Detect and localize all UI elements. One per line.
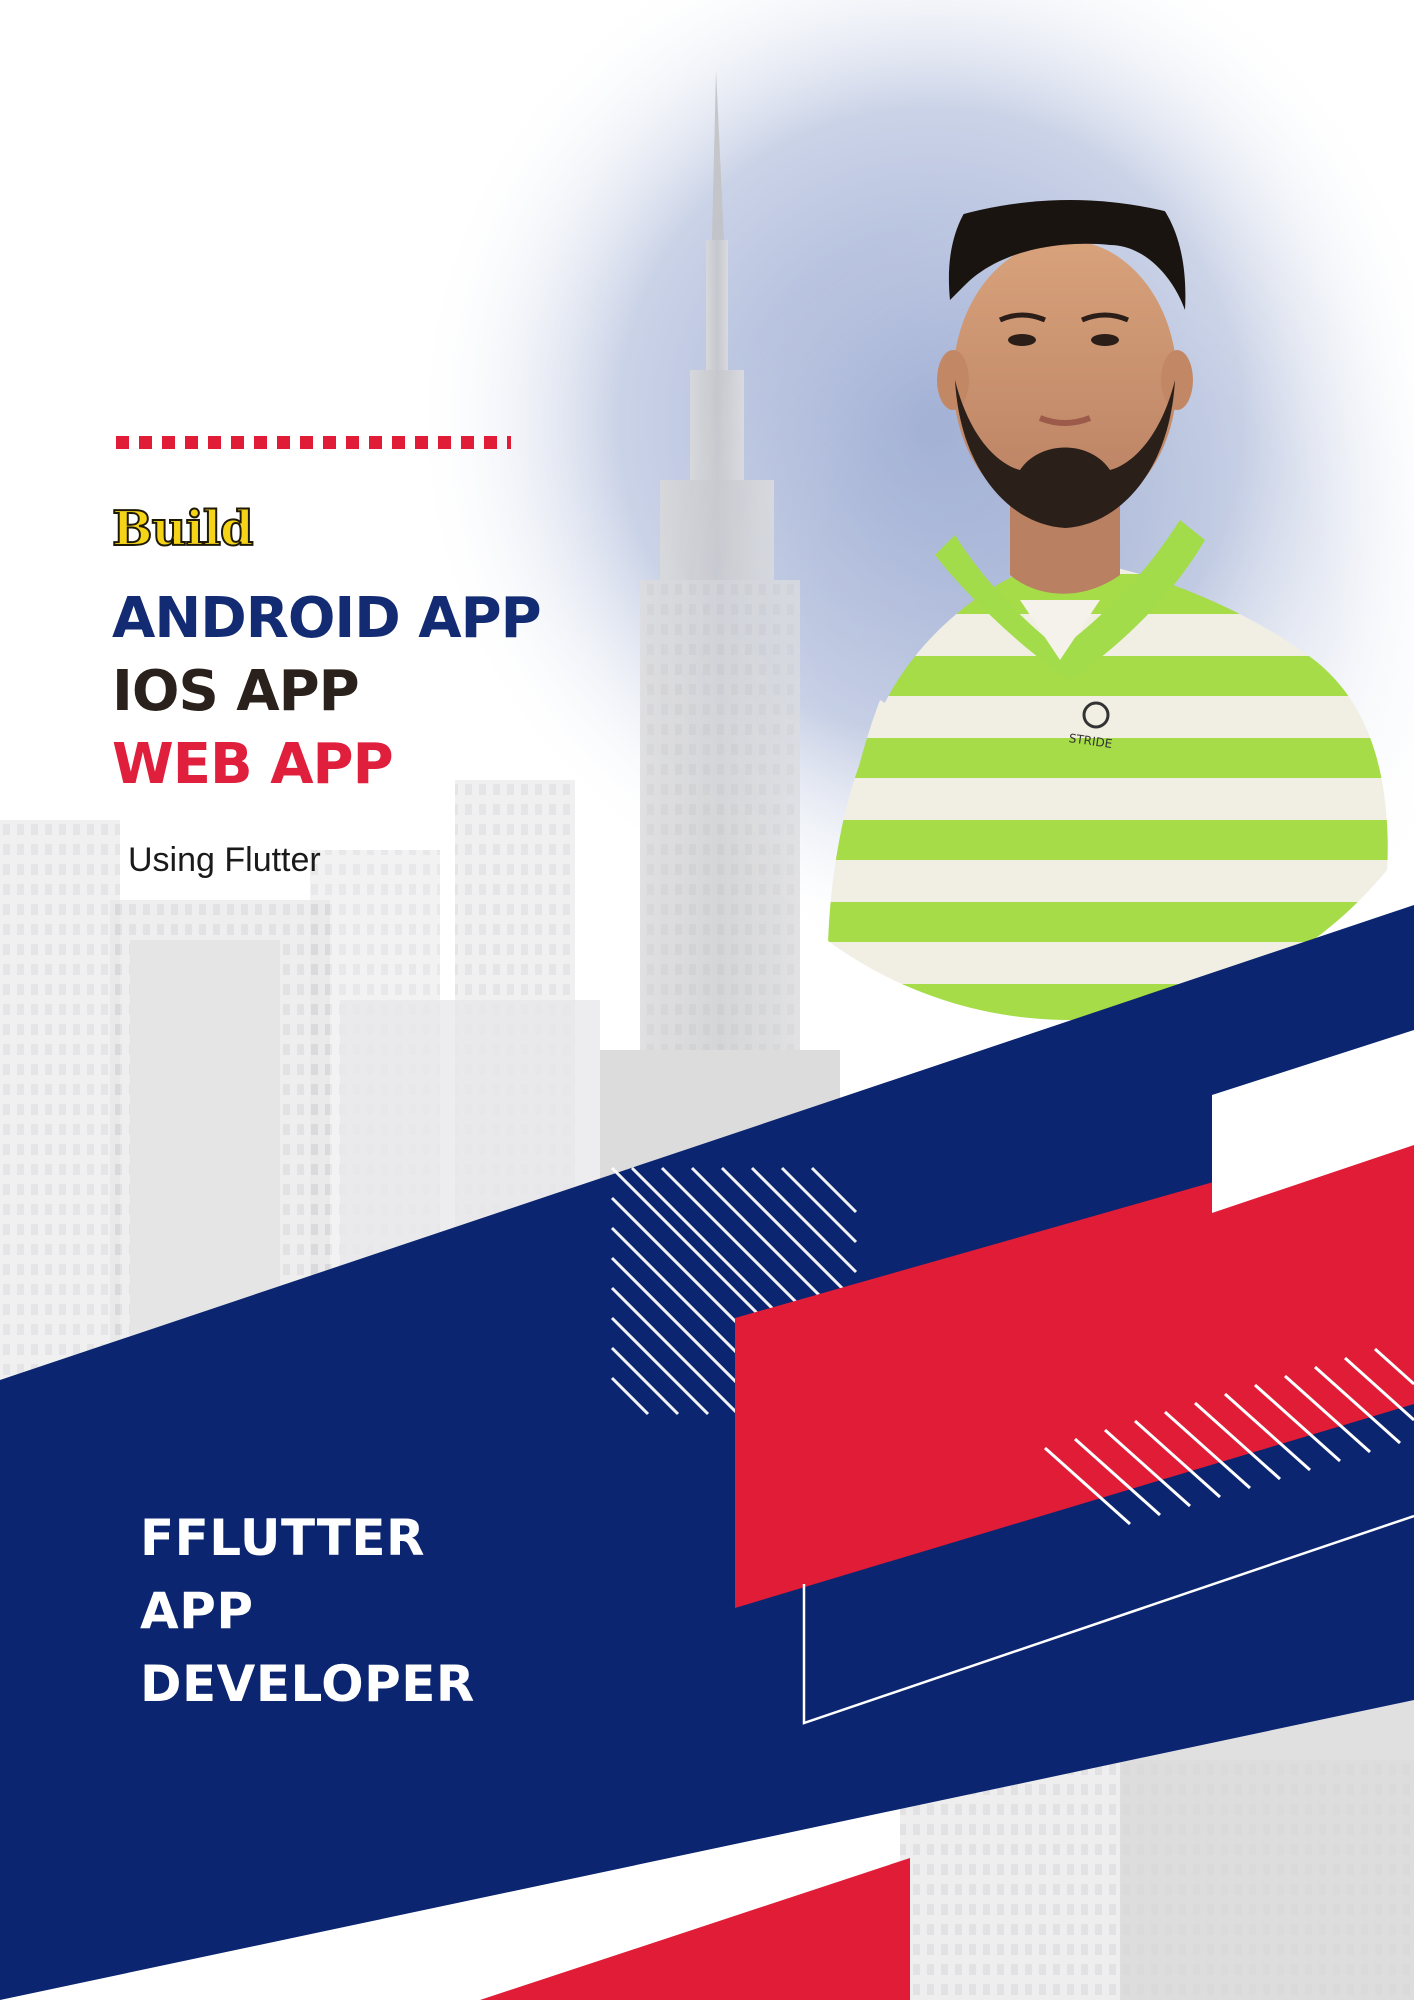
build-label: Build xyxy=(111,501,254,557)
role-line-2: APP xyxy=(140,1582,254,1640)
role-line-1: FFLUTTER xyxy=(140,1509,426,1567)
platform-android: ANDROID APP xyxy=(112,586,542,651)
subtitle-using-flutter: Using Flutter xyxy=(128,841,321,879)
role-line-3: DEVELOPER xyxy=(140,1655,475,1713)
poster: STRIDE Build ANDROID APP IOS APP WEB APP… xyxy=(0,0,1414,2000)
role-title: FFLUTTER APP DEVELOPER xyxy=(140,1502,475,1721)
platform-ios: IOS APP xyxy=(112,659,360,724)
platform-web: WEB APP xyxy=(112,732,394,797)
dashed-red-rule xyxy=(116,436,511,449)
